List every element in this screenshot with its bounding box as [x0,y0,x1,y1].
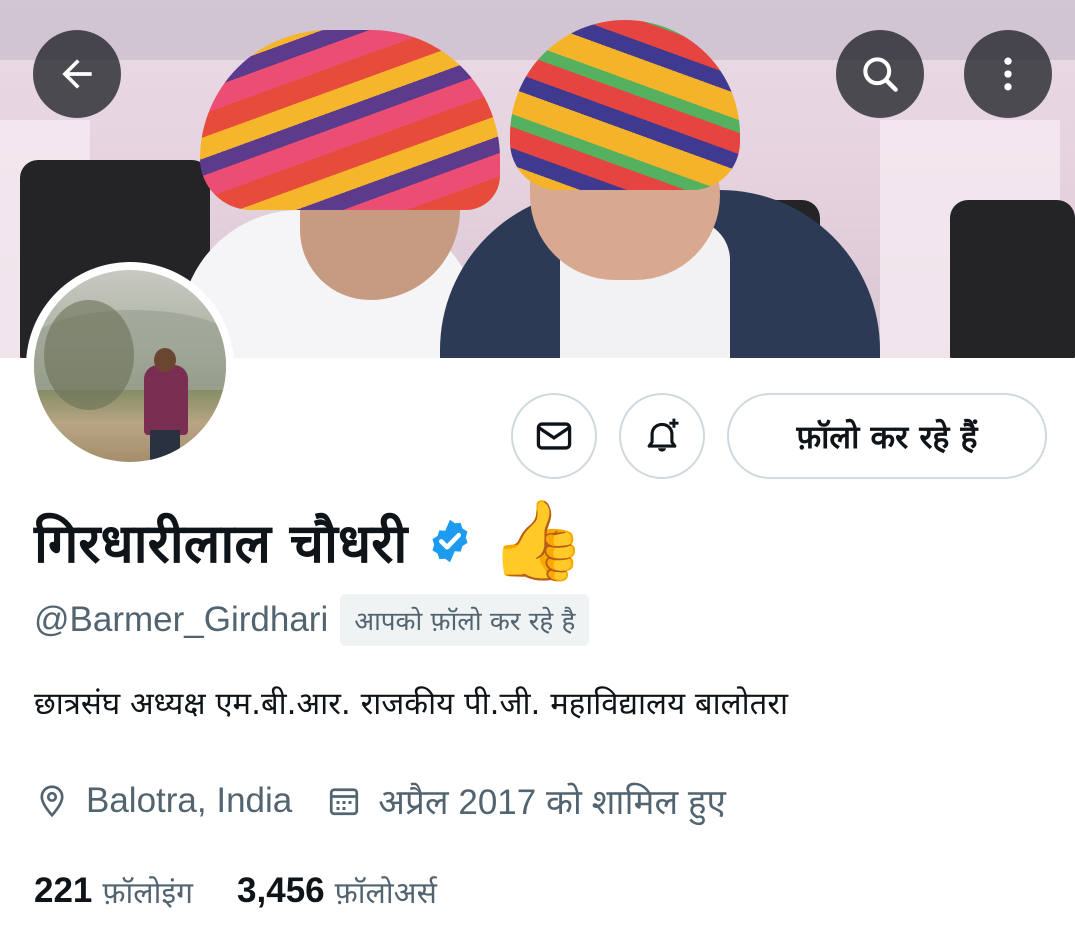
followers-count: 3,456 [237,871,325,910]
notifications-button[interactable] [619,393,705,479]
display-name: गिरधारीलाल चौधरी [34,512,408,575]
profile-bio: छात्रसंघ अध्यक्ष एम.बी.आर. राजकीय पी.जी.… [34,686,789,722]
followers-stat[interactable]: 3,456 फ़ॉलोअर्स [237,871,437,912]
message-button[interactable] [511,393,597,479]
profile-avatar[interactable] [26,262,234,470]
following-count: 221 [34,871,93,910]
avatar-image [34,270,226,462]
following-stat[interactable]: 221 फ़ॉलोइंग [34,871,193,912]
avatar-figure-head [154,348,176,372]
back-button[interactable] [33,30,121,118]
location-pin-icon [40,785,64,818]
mail-icon [536,422,572,450]
more-options-button[interactable] [964,30,1052,118]
user-handle: @Barmer_Girdhari [34,600,329,639]
calendar-icon [330,788,359,816]
handle-row: @Barmer_Girdhari आपको फ़ॉलो कर रहे है [34,592,590,648]
banner-chair [950,200,1075,358]
search-button[interactable] [836,30,924,118]
profile-meta: Balotra, India अप्रैल 2017 को शामिल हुए [34,776,726,826]
verified-badge-icon[interactable] [425,516,475,566]
joined-date-text: अप्रैल 2017 को शामिल हुए [378,782,726,822]
avatar-figure-legs [150,430,180,462]
following-button[interactable]: फ़ॉलो कर रहे हैं [727,393,1047,479]
avatar-figure [144,365,188,435]
bell-plus-icon [647,418,679,452]
avatar-tree [44,300,134,410]
profile-stats: 221 फ़ॉलोइंग 3,456 फ़ॉलोअर्स [34,866,437,916]
follows-you-badge: आपको फ़ॉलो कर रहे है [340,594,590,646]
name-row: गिरधारीलाल चौधरी 👍 [34,498,586,584]
followers-label: फ़ॉलोअर्स [334,875,437,911]
location-text: Balotra, India [86,781,293,820]
following-label: फ़ॉलोइंग [102,875,194,911]
more-vertical-icon [1004,57,1012,91]
thumbs-up-emoji: 👍 [489,496,587,586]
arrow-left-icon [62,59,92,89]
search-icon [863,57,898,92]
